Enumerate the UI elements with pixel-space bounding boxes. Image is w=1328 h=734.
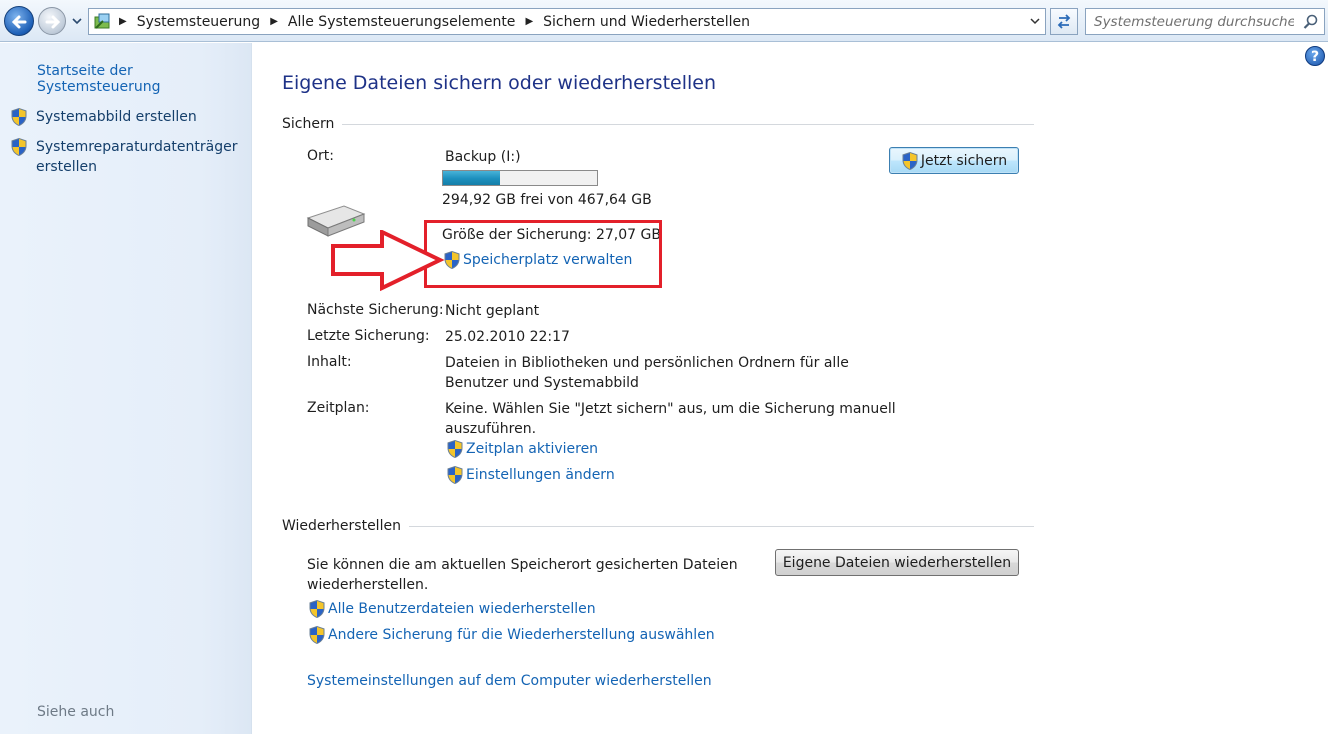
sidebar-item-label: Systemreparaturdatenträger erstellen (36, 139, 238, 175)
disk-usage-fill (443, 171, 500, 185)
search-box (1085, 8, 1325, 35)
schedule-label: Zeitplan: (307, 400, 370, 416)
schedule-value-line1: Keine. Wählen Sie "Jetzt sichern" aus, u… (445, 401, 896, 417)
last-backup-label: Letzte Sicherung: (307, 328, 430, 344)
content-label: Inhalt: (307, 354, 352, 370)
breadcrumb-separator: ▶ (270, 16, 278, 27)
content-value-line1: Dateien in Bibliotheken und persönlichen… (445, 355, 849, 371)
content-value-line2: Benutzer und Systemabbild (445, 375, 639, 391)
uac-shield-icon (446, 439, 464, 459)
backup-section-heading: Sichern (282, 116, 1034, 132)
refresh-button[interactable] (1050, 8, 1078, 35)
location-label: Ort: (307, 148, 334, 164)
next-backup-label: Nächste Sicherung: (307, 302, 444, 318)
arrow-left-icon (11, 15, 27, 29)
uac-shield-icon (308, 625, 326, 645)
divider (408, 525, 1034, 527)
sidebar-item-systemabbild[interactable]: Systemabbild erstellen (10, 107, 197, 127)
last-backup-value: 25.02.2010 22:17 (445, 329, 570, 345)
backup-now-button[interactable]: Jetzt sichern (889, 147, 1019, 174)
control-panel-icon (94, 13, 110, 29)
search-icon[interactable] (1302, 13, 1320, 31)
uac-shield-icon (901, 151, 919, 171)
back-button[interactable] (4, 6, 34, 36)
uac-shield-icon (446, 465, 464, 485)
change-settings-label: Einstellungen ändern (466, 467, 615, 483)
see-also-heading: Siehe auch (37, 704, 115, 720)
restore-system-settings-link[interactable]: Systemeinstellungen auf dem Computer wie… (307, 673, 712, 689)
disk-usage-bar (442, 170, 598, 186)
next-backup-value: Nicht geplant (445, 303, 540, 319)
forward-button[interactable] (38, 7, 66, 35)
restore-all-users-label: Alle Benutzerdateien wiederherstellen (328, 601, 596, 617)
search-input[interactable] (1094, 12, 1294, 31)
free-space-text: 294,92 GB frei von 467,64 GB (442, 192, 652, 208)
breadcrumb-sichern[interactable]: Sichern und Wiederherstellen (543, 14, 750, 30)
task-sidebar: Startseite der Systemsteuerung Systemabb… (0, 43, 252, 734)
refresh-icon (1057, 14, 1071, 29)
activate-schedule-link[interactable]: Zeitplan aktivieren (446, 439, 598, 459)
restore-heading-text: Wiederherstellen (282, 518, 401, 534)
breadcrumb-alle-elemente[interactable]: Alle Systemsteuerungselemente (288, 14, 516, 30)
restore-all-users-link[interactable]: Alle Benutzerdateien wiederherstellen (308, 599, 596, 619)
annotation-highlight-box (424, 220, 662, 288)
location-value: Backup (I:) (445, 149, 521, 165)
history-chevron-icon[interactable] (70, 14, 84, 28)
backup-now-label: Jetzt sichern (920, 152, 1008, 169)
activate-schedule-label: Zeitplan aktivieren (466, 441, 599, 457)
sidebar-item-reparaturdatentraeger[interactable]: Systemreparaturdatenträger erstellen (10, 137, 240, 177)
address-dropdown-icon[interactable] (1029, 15, 1041, 27)
schedule-value-line2: auszuführen. (445, 421, 537, 437)
restore-text-line1: Sie können die am aktuellen Speicherort … (307, 557, 738, 573)
help-button[interactable]: ? (1305, 46, 1325, 66)
breadcrumb-separator: ▶ (525, 16, 534, 27)
sidebar-item-label: Systemabbild erstellen (36, 109, 197, 125)
page-title: Eigene Dateien sichern oder wiederherste… (282, 72, 717, 94)
divider (342, 123, 1034, 125)
breadcrumb-separator: ▶ (119, 16, 127, 27)
arrow-right-icon (45, 15, 61, 29)
restore-text-line2: wiederherstellen. (307, 577, 429, 593)
address-field[interactable]: ▶ Systemsteuerung ▶ Alle Systemsteuerung… (88, 8, 1046, 35)
uac-shield-icon (10, 137, 28, 157)
restore-files-button[interactable]: Eigene Dateien wiederherstellen (775, 549, 1019, 576)
address-toolbar: ▶ Systemsteuerung ▶ Alle Systemsteuerung… (0, 0, 1328, 42)
restore-section-heading: Wiederherstellen (282, 518, 1034, 534)
uac-shield-icon (308, 599, 326, 619)
annotation-arrow-icon (331, 230, 445, 292)
backup-heading-text: Sichern (282, 116, 335, 132)
select-other-backup-link[interactable]: Andere Sicherung für die Wiederherstellu… (308, 625, 715, 645)
select-other-backup-label: Andere Sicherung für die Wiederherstellu… (328, 627, 715, 643)
change-settings-link[interactable]: Einstellungen ändern (446, 465, 615, 485)
sidebar-home-link[interactable]: Startseite der Systemsteuerung (37, 63, 251, 95)
uac-shield-icon (10, 107, 28, 127)
breadcrumb-systemsteuerung[interactable]: Systemsteuerung (137, 14, 260, 30)
